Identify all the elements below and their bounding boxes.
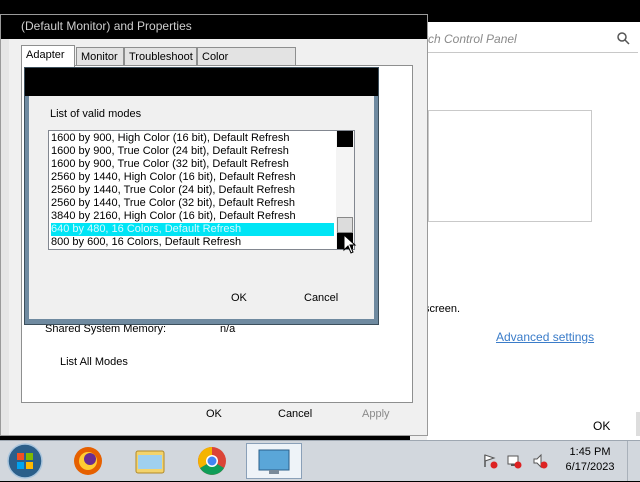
clock-time: 1:45 PM (569, 446, 611, 458)
advanced-settings-link[interactable]: Advanced settings (496, 330, 594, 344)
clock-date: 6/17/2023 (565, 461, 615, 473)
mode-item[interactable]: 1600 by 900, True Color (32 bit), Defaul… (51, 158, 334, 171)
background-edge (636, 412, 640, 436)
taskbar-firefox[interactable] (60, 443, 116, 479)
cancel-button[interactable]: Cancel (278, 408, 312, 420)
mouse-cursor-icon (343, 234, 357, 254)
mode-item[interactable]: 2560 by 1440, True Color (24 bit), Defau… (51, 184, 334, 197)
control-panel-window: rch Control Panel screen. Advanced setti… (410, 22, 640, 440)
list-all-modes-dialog: List of valid modes 1600 by 900, High Co… (24, 67, 379, 325)
modal-body: List of valid modes 1600 by 900, High Co… (29, 96, 374, 319)
taskbar: 1:45 PM 6/17/2023 (0, 440, 640, 481)
properties-title: (Default Monitor) and Properties (21, 19, 192, 33)
mode-item[interactable]: 1600 by 900, True Color (24 bit), Defaul… (51, 145, 334, 158)
mode-item[interactable]: 2560 by 1440, High Color (16 bit), Defau… (51, 171, 334, 184)
network-icon[interactable] (506, 453, 522, 469)
volume-muted-icon[interactable] (532, 453, 548, 469)
action-center-icon[interactable] (482, 453, 498, 469)
properties-title-bar[interactable]: (Default Monitor) and Properties (1, 15, 427, 39)
search-icon[interactable] (616, 31, 630, 45)
taskbar-display-settings[interactable] (246, 443, 302, 479)
mode-item[interactable]: 800 by 600, 16 Colors, Default Refresh (51, 236, 334, 249)
taskbar-file-explorer[interactable] (122, 443, 178, 479)
scroll-thumb[interactable] (337, 217, 353, 233)
start-button-icon[interactable] (4, 442, 46, 480)
taskbar-chrome[interactable] (184, 443, 240, 479)
modal-cancel-button[interactable]: Cancel (304, 292, 338, 304)
background-ok-button[interactable]: OK (593, 419, 610, 433)
dialog-frame (1, 39, 9, 435)
modal-title-bar[interactable] (25, 68, 378, 96)
list-all-modes-button[interactable]: List All Modes (60, 356, 128, 368)
mode-item[interactable]: 3840 by 2160, High Color (16 bit), Defau… (51, 210, 334, 223)
search-control-panel-input[interactable]: rch Control Panel (410, 26, 638, 53)
apply-button[interactable]: Apply (362, 408, 390, 420)
search-placeholder: rch Control Panel (424, 32, 517, 46)
modes-scrollbar[interactable] (336, 131, 354, 249)
modes-listbox[interactable]: 1600 by 900, High Color (16 bit), Defaul… (48, 130, 355, 250)
ok-button[interactable]: OK (206, 408, 222, 420)
modes-list-label: List of valid modes (50, 108, 142, 120)
tab-monitor[interactable]: Monitor (76, 47, 124, 65)
display-settings-icon (258, 449, 290, 474)
file-explorer-icon (135, 450, 165, 474)
firefox-icon (74, 447, 102, 475)
screen-text: screen. (424, 303, 461, 315)
modal-ok-button[interactable]: OK (231, 292, 247, 304)
taskbar-clock[interactable]: 1:45 PM 6/17/2023 (560, 445, 620, 475)
tab-adapter[interactable]: Adapter (21, 45, 75, 67)
monitor-preview-box (428, 110, 592, 222)
show-desktop-button[interactable] (627, 441, 640, 481)
chrome-icon (198, 447, 226, 475)
scroll-up-button[interactable] (337, 131, 353, 147)
mode-item[interactable]: 1600 by 900, High Color (16 bit), Defaul… (51, 132, 334, 145)
mode-item-selected[interactable]: 640 by 480, 16 Colors, Default Refresh (51, 223, 334, 236)
tab-troubleshoot[interactable]: Troubleshoot (124, 47, 197, 65)
tab-color-management[interactable]: Color Management (197, 47, 296, 81)
mode-item[interactable]: 2560 by 1440, True Color (32 bit), Defau… (51, 197, 334, 210)
